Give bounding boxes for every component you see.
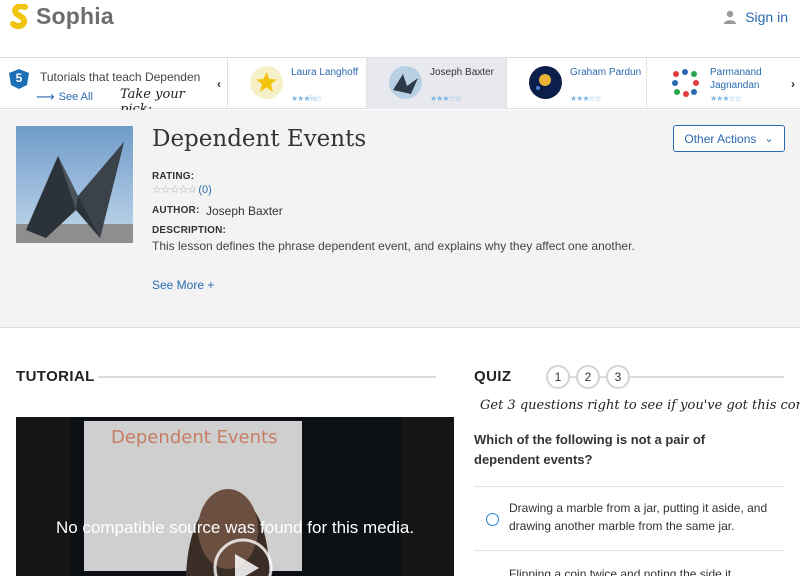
description-label: DESCRIPTION: xyxy=(152,225,227,236)
answer-option[interactable]: Flipping a coin twice and noting the sid… xyxy=(474,550,784,576)
tutorial-strip: 5 Tutorials that teach Dependent Events … xyxy=(0,57,800,117)
radio-button[interactable] xyxy=(486,513,499,526)
tutorial-author: Parmanand Jagnandan xyxy=(710,67,762,91)
rating-label: RATING: xyxy=(152,171,195,182)
see-more-link[interactable]: See More + xyxy=(152,278,214,292)
user-icon xyxy=(724,10,737,24)
lesson-image xyxy=(16,126,133,243)
video-error-message: No compatible source was found for this … xyxy=(55,518,415,537)
see-all-link[interactable]: ⟶ See All xyxy=(36,89,93,105)
other-actions-button[interactable]: Other Actions ⌄ xyxy=(673,125,785,152)
chevron-down-icon: ⌄ xyxy=(764,133,774,145)
other-actions-label: Other Actions xyxy=(684,131,757,146)
chevron-right-icon: › xyxy=(791,76,795,91)
see-all-label: See All xyxy=(58,91,93,103)
sophia-logo-icon xyxy=(10,3,28,29)
arrow-right-icon: ⟶ xyxy=(36,89,55,104)
quiz-question-1[interactable]: 1 xyxy=(546,365,570,389)
quiz-heading: QUIZ xyxy=(474,368,512,385)
author-name: Joseph Baxter xyxy=(206,204,283,218)
sign-in-label: Sign in xyxy=(745,9,788,25)
tutorial-rating-stars: ★★★☆☆ xyxy=(430,94,462,103)
tutorial-count: 5 xyxy=(15,71,23,85)
chevron-left-icon: ‹ xyxy=(217,76,221,91)
lesson-title: Dependent Events xyxy=(152,126,367,152)
logo-text: Sophia xyxy=(36,3,114,29)
tutorial-author: Graham Pardun xyxy=(570,67,642,78)
divider xyxy=(98,376,436,378)
scroll-left-button[interactable]: ‹ xyxy=(210,58,228,109)
lesson-description: This lesson defines the phrase dependent… xyxy=(152,239,635,253)
site-header: Sophia Sign in xyxy=(0,0,800,57)
tutorial-author: Laura Langhoff xyxy=(291,67,359,78)
tutorial-rating-stars: ★★★☆☆ xyxy=(570,94,602,103)
quiz-question: Which of the following is not a pair of … xyxy=(474,432,706,467)
tutorial-thumbnail xyxy=(669,66,702,99)
tutorial-card[interactable]: Parmanand Jagnandan ★★★☆☆ xyxy=(646,58,786,109)
rating-row: ☆☆☆☆☆ (0) xyxy=(152,183,212,197)
author-label: AUTHOR: xyxy=(152,205,200,216)
tutorial-card-current[interactable]: Joseph Baxter ★★★☆☆ xyxy=(366,58,506,109)
video-player[interactable]: Dependent Events No compatible source wa… xyxy=(16,417,454,576)
scroll-right-button[interactable]: › xyxy=(784,58,800,109)
strip-intro: 5 Tutorials that teach Dependent Events … xyxy=(0,58,210,117)
answer-option[interactable]: Drawing a marble from a jar, putting it … xyxy=(474,486,784,550)
tutorial-thumbnail xyxy=(389,66,422,99)
rating-stars[interactable]: ☆☆☆☆☆ xyxy=(152,183,197,196)
strip-title: Tutorials that teach Dependent Events xyxy=(40,70,200,84)
tutorial-card[interactable]: Graham Pardun ★★★☆☆ xyxy=(506,58,646,109)
quiz-question-2[interactable]: 2 xyxy=(576,365,600,389)
answer-text: Drawing a marble from a jar, putting it … xyxy=(509,501,768,533)
video-board-text: Dependent Events xyxy=(111,427,278,448)
tutorial-count-badge: 5 xyxy=(8,68,30,90)
quiz-question-3[interactable]: 3 xyxy=(606,365,630,389)
tutorial-rating-stars: ★★★☆☆ xyxy=(710,94,742,103)
tutorial-thumbnail xyxy=(529,66,562,99)
rating-count: (0) xyxy=(198,183,212,196)
answer-text: Flipping a coin twice and noting the sid… xyxy=(509,567,732,576)
tutorial-rating-stars: ★★★½☆ xyxy=(291,94,322,103)
sophia-logo[interactable]: Sophia xyxy=(10,3,114,30)
quiz-call-to-action: Get 3 questions right to see if you've g… xyxy=(480,398,800,413)
tutorial-heading: TUTORIAL xyxy=(16,368,95,385)
tutorial-author: Joseph Baxter xyxy=(430,67,494,78)
sign-in-link[interactable]: Sign in xyxy=(723,9,788,25)
lesson-info-panel: Dependent Events Other Actions ⌄ RATING:… xyxy=(0,110,800,328)
tutorial-thumbnail xyxy=(250,66,283,99)
tutorial-card[interactable]: Laura Langhoff ★★★½☆ xyxy=(227,58,367,109)
